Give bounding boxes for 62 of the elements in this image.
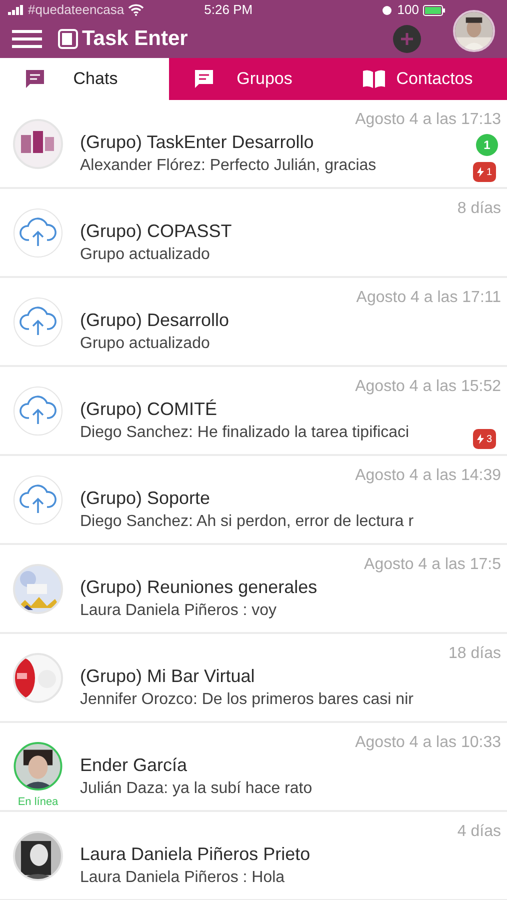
chat-title: (Grupo) Reuniones generales: [80, 576, 318, 598]
cloud-upload-icon: [13, 386, 63, 436]
cloud-upload-icon: [13, 297, 63, 347]
chat-title: Ender García: [80, 754, 188, 776]
wifi-icon: [128, 4, 144, 16]
chat-icon: [193, 68, 215, 90]
message-preview: Laura Daniela Piñeros : Hola: [80, 868, 286, 888]
chat-title: (Grupo) Soporte: [80, 487, 212, 509]
chat-row[interactable]: Agosto 4 a las 15:52 (Grupo) COMITÉ Diego Sanchez: He finalizado la tarea tipificaci 3: [0, 367, 507, 456]
tab[interactable]: Chats: [0, 58, 169, 100]
tab[interactable]: Contactos: [338, 58, 507, 100]
chat-row[interactable]: 4 días Laura Daniela Piñeros Prieto Laura Daniela Piñeros : Hola: [0, 812, 507, 900]
timestamp: 8 días: [457, 199, 501, 219]
online-status: En línea: [18, 794, 58, 810]
chat-title: (Grupo) COMITÉ: [80, 398, 218, 420]
chat-row[interactable]: Agosto 4 a las 14:39 (Grupo) Soporte Diego Sanchez: Ah si perdon, error de lectura r: [0, 456, 507, 545]
message-preview: Diego Sanchez: He finalizado la tarea tipificaci: [80, 423, 410, 443]
clock-time: 5:26 PM: [204, 1, 253, 20]
alert-count: 1: [486, 166, 492, 180]
chat-title: Laura Daniela Piñeros Prieto: [80, 843, 310, 865]
book-icon: [362, 69, 386, 89]
chat-icon: [24, 68, 46, 90]
cloud-upload-icon: [13, 475, 63, 525]
chat-row[interactable]: 18 días (Grupo) Mi Bar Virtual Jennifer Orozco: De los primeros bares casi nir: [0, 634, 507, 723]
timestamp: Agosto 4 a las 14:39: [355, 466, 501, 486]
timestamp: Agosto 4 a las 15:52: [355, 377, 501, 397]
timestamp: 4 días: [457, 822, 501, 842]
timestamp: Agosto 4 a las 17:13: [355, 110, 501, 130]
chat-title: (Grupo) COPASST: [80, 220, 232, 242]
message-preview: Grupo actualizado: [80, 334, 211, 354]
chat-row[interactable]: Agosto 4 a las 10:33 En línea Ender García Julián Daza: ya la subí hace rato: [0, 723, 507, 812]
message-preview: Jennifer Orozco: De los primeros bares casi nir: [80, 690, 414, 710]
app-title: Task Enter: [82, 26, 188, 52]
chat-row[interactable]: 8 días (Grupo) COPASST Grupo actualizado: [0, 189, 507, 278]
cloud-upload-icon: [13, 208, 63, 258]
timestamp: Agosto 4 a las 17:11: [356, 288, 501, 308]
tab[interactable]: Grupos: [169, 58, 338, 100]
signal-icon: [8, 5, 24, 15]
chat-row[interactable]: Agosto 4 a las 17:11 (Grupo) Desarrollo Grupo actualizado: [0, 278, 507, 367]
chat-title: (Grupo) Desarrollo: [80, 309, 230, 331]
lightning-icon: [477, 167, 484, 177]
timestamp: Agosto 4 a las 17:5: [364, 555, 501, 575]
lightning-icon: [477, 434, 484, 444]
timestamp: 18 días: [448, 644, 501, 664]
menu-icon[interactable]: [12, 29, 42, 49]
chat-title: (Grupo) Mi Bar Virtual: [80, 665, 256, 687]
unread-badge: 1: [476, 134, 498, 156]
timestamp: Agosto 4 a las 10:33: [355, 733, 501, 753]
chat-row[interactable]: Agosto 4 a las 17:13 (Grupo) TaskEnter Desarrollo Alexander Flórez: Perfecto Julián, gracias 1 1: [0, 100, 507, 189]
alert-count: 3: [486, 432, 492, 446]
chat-row[interactable]: Agosto 4 a las 17:5 (Grupo) Reuniones generales Laura Daniela Piñeros : voy: [0, 545, 507, 634]
logo-icon: [58, 29, 78, 49]
message-preview: Laura Daniela Piñeros : voy: [80, 601, 278, 621]
message-preview: Diego Sanchez: Ah si perdon, error de lectura r: [80, 512, 414, 532]
message-preview: Grupo actualizado: [80, 245, 211, 265]
battery-percent: 100: [397, 1, 419, 20]
message-preview: Julián Daza: ya la subí hace rato: [80, 779, 312, 799]
chat-title: (Grupo) TaskEnter Desarrollo: [80, 131, 315, 153]
message-preview: Alexander Flórez: Perfecto Julián, gracias: [80, 156, 376, 176]
plus-icon: [400, 32, 414, 46]
battery-icon: [423, 4, 445, 16]
carrier-text: #quedateencasa: [28, 1, 124, 20]
